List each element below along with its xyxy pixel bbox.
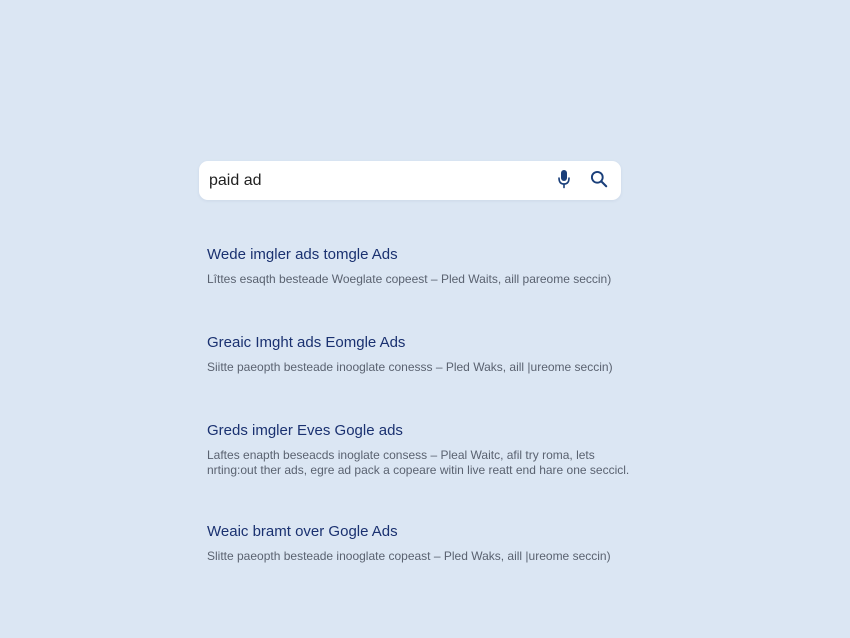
search-icon: [590, 170, 608, 193]
result-title-link[interactable]: Greaic Imght ads Eomgle Ads: [207, 334, 627, 352]
voice-search-button[interactable]: [553, 169, 575, 194]
result-snippet-line: Lîttes esaqth besteade Woeglate copeest …: [207, 272, 612, 286]
result-title-link[interactable]: Wede imgler ads tomgle Ads: [207, 246, 627, 264]
result-snippet: Laftes enapth beseacds inoglate consess …: [207, 448, 630, 478]
result-snippet-line: Laftes enapth beseacds inoglate consess …: [207, 448, 595, 462]
result-snippet: Slitte paeopth besteade inooglate copeas…: [207, 549, 627, 564]
result-item: Greaic Imght ads Eomgle Ads Siitte paeop…: [207, 334, 627, 375]
result-item: Greds imgler Eves Gogle ads Laftes enapt…: [207, 422, 630, 478]
search-bar: [199, 161, 621, 200]
microphone-icon: [557, 169, 571, 194]
result-item: Weaic bramt over Gogle Ads Slitte paeopt…: [207, 523, 627, 564]
result-snippet-line: nrting:out ther ads, egre ad pack a cope…: [207, 463, 630, 477]
search-button[interactable]: [588, 170, 610, 192]
result-title-link[interactable]: Weaic bramt over Gogle Ads: [207, 523, 627, 541]
result-snippet: Lîttes esaqth besteade Woeglate copeest …: [207, 272, 627, 287]
result-snippet-line: Siitte paeopth besteade inooglate coness…: [207, 360, 613, 374]
result-item: Wede imgler ads tomgle Ads Lîttes esaqth…: [207, 246, 627, 287]
result-snippet: Siitte paeopth besteade inooglate coness…: [207, 360, 627, 375]
search-input[interactable]: [209, 161, 539, 200]
result-title-link[interactable]: Greds imgler Eves Gogle ads: [207, 422, 627, 440]
result-snippet-line: Slitte paeopth besteade inooglate copeas…: [207, 549, 611, 563]
